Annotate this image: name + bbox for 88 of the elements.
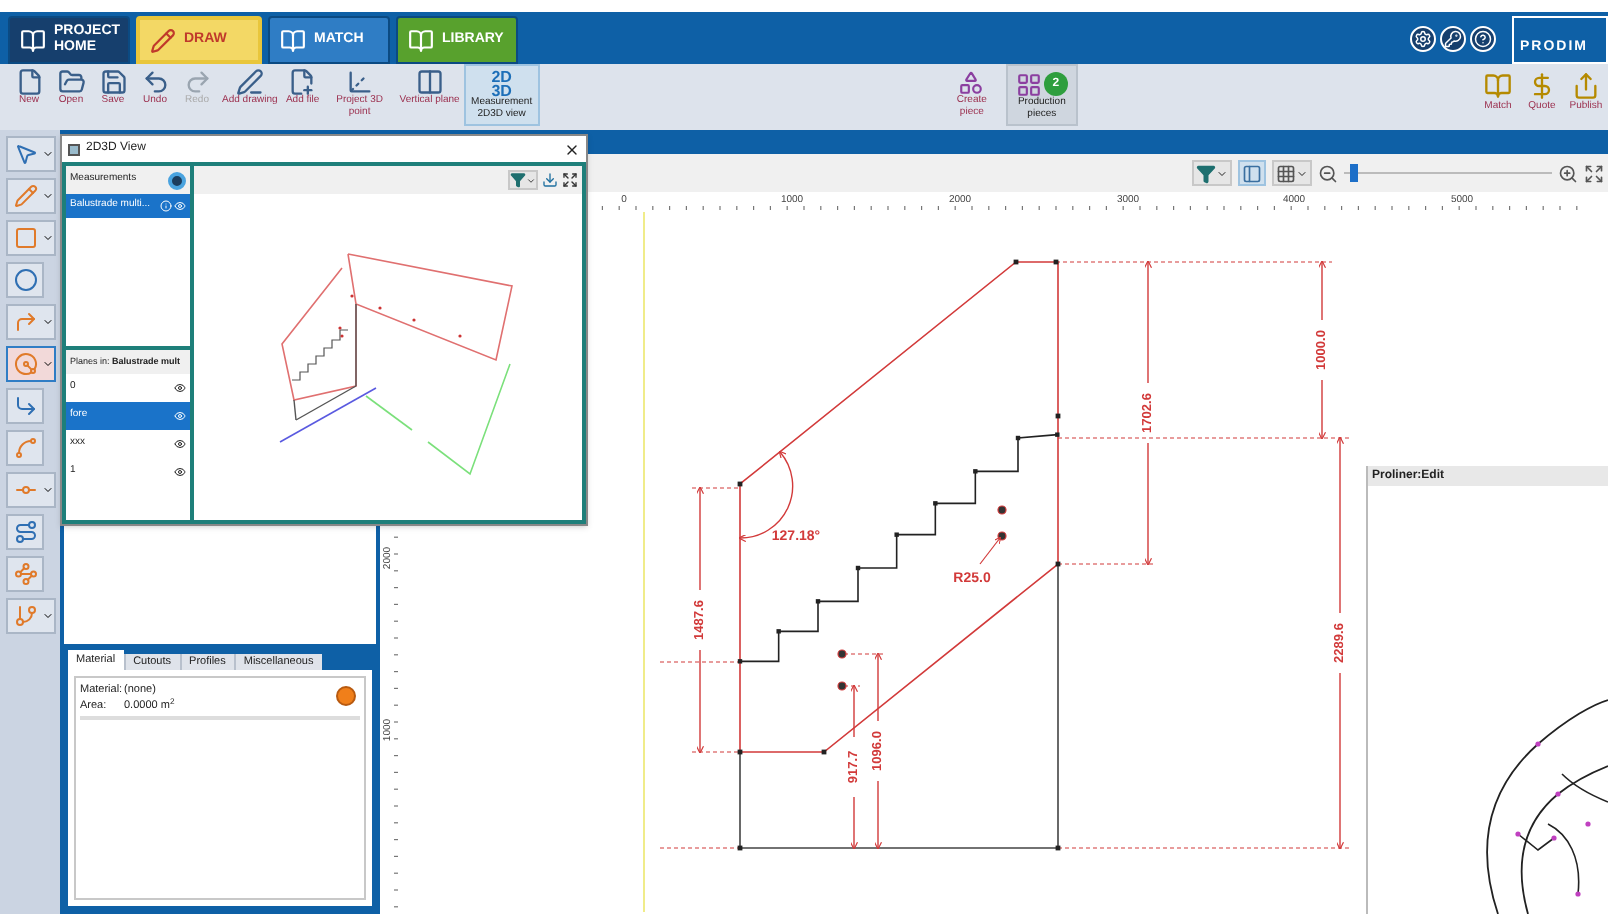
extension-line — [843, 653, 885, 655]
filter-button[interactable] — [508, 170, 538, 190]
pointer-icon — [13, 142, 37, 166]
tool-button[interactable] — [6, 178, 56, 214]
square-icon — [13, 226, 37, 250]
tab-icon — [150, 27, 176, 53]
save-icon — [99, 68, 127, 96]
corner-icon — [13, 310, 37, 334]
filter-button[interactable] — [1192, 160, 1232, 186]
tab-icon — [408, 27, 434, 53]
fit-view-button[interactable] — [562, 172, 578, 188]
filter-icon — [510, 172, 526, 188]
dropdown-caret-icon — [42, 190, 54, 202]
tool-button[interactable] — [6, 262, 44, 298]
tab-icon — [20, 27, 46, 53]
slider-thumb[interactable] — [1350, 164, 1359, 182]
dropdown-caret-icon — [42, 484, 54, 496]
extension-line — [843, 685, 861, 687]
eye-icon — [174, 382, 186, 394]
fit-view-button[interactable] — [1584, 163, 1604, 183]
zoom-out-button[interactable] — [1318, 163, 1338, 183]
settings-icon[interactable] — [1410, 25, 1436, 51]
dropdown-caret-icon — [42, 316, 54, 328]
eye-icon — [174, 466, 186, 478]
extension-line — [691, 487, 741, 489]
tool-button[interactable] — [6, 556, 44, 592]
dropdown-caret-icon — [42, 148, 54, 160]
pencil-icon — [13, 184, 37, 208]
tool-button[interactable] — [6, 472, 56, 508]
curve-icon — [13, 520, 37, 544]
eye-icon — [174, 438, 186, 450]
tool-button[interactable] — [6, 514, 44, 550]
close-button[interactable] — [564, 141, 580, 157]
branch-icon — [13, 604, 37, 628]
leader-line — [979, 536, 1002, 565]
path-icon — [13, 562, 37, 586]
panel-toggle-button[interactable] — [1238, 160, 1266, 186]
eye-icon — [174, 410, 186, 422]
tool-button[interactable] — [6, 388, 44, 424]
filter-icon — [1196, 163, 1216, 183]
dropdown-caret-icon — [1296, 167, 1308, 179]
book-icon — [1483, 72, 1512, 100]
hole-marker — [997, 531, 1007, 541]
dropdown-caret-icon — [1216, 167, 1228, 179]
zoom-in-button[interactable] — [1558, 163, 1578, 183]
tool-button[interactable] — [6, 136, 56, 172]
extension-line — [659, 661, 741, 663]
dropdown-caret-icon — [42, 358, 54, 370]
material-swatch — [336, 686, 356, 706]
grid-icon — [1015, 71, 1042, 97]
tool-button[interactable] — [6, 598, 56, 634]
hole-marker — [837, 649, 847, 659]
folder-icon — [57, 68, 85, 96]
line-icon — [13, 436, 37, 460]
file-plus-icon — [288, 68, 317, 96]
window-icon — [68, 143, 80, 155]
tab-icon — [280, 27, 306, 53]
share-icon — [1571, 72, 1600, 100]
ring-icon — [13, 268, 37, 292]
help-icon[interactable] — [1470, 25, 1496, 51]
grid-button[interactable] — [1272, 160, 1312, 186]
hole-marker — [997, 505, 1007, 515]
shapes-icon — [958, 69, 985, 95]
tool-button[interactable] — [6, 304, 56, 340]
undo-icon — [141, 68, 169, 96]
grid-icon — [1276, 163, 1296, 183]
plane-icon — [415, 68, 444, 96]
axes-icon — [345, 68, 374, 96]
eye-icon — [174, 200, 186, 212]
corner-icon — [13, 394, 37, 418]
hole-marker — [837, 681, 847, 691]
zoom-slider[interactable] — [1344, 164, 1552, 182]
extension-line — [691, 751, 741, 753]
dropdown-caret-icon — [42, 610, 54, 622]
tool-button[interactable] — [6, 220, 56, 256]
dropdown-caret-icon — [526, 175, 536, 185]
tool-button[interactable] — [6, 346, 56, 382]
dropdown-caret-icon — [42, 232, 54, 244]
download-button[interactable] — [542, 172, 558, 188]
extension-line — [659, 847, 741, 849]
redo-icon — [183, 68, 211, 96]
extension-line — [1057, 563, 1157, 565]
info-icon — [160, 200, 172, 212]
key-icon[interactable] — [1440, 25, 1466, 51]
logo-icon — [168, 171, 186, 189]
pen-icon — [235, 68, 264, 96]
document-icon — [15, 68, 43, 96]
tool-button[interactable] — [6, 430, 44, 466]
